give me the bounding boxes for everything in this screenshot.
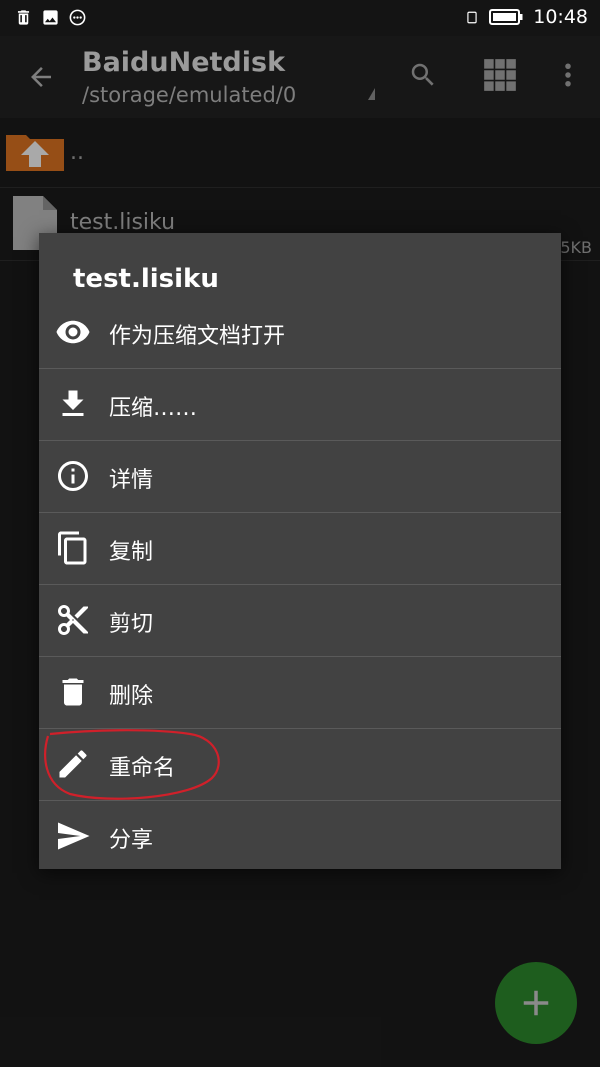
menu-item-open-as-archive[interactable]: 作为压缩文档打开 — [39, 297, 561, 369]
menu-item-label: 剪切 — [109, 612, 154, 637]
menu-item-copy[interactable]: 复制 — [39, 513, 561, 585]
notification-icons — [14, 8, 87, 27]
trash-notification-icon — [17, 10, 30, 25]
menu-item-delete[interactable]: 删除 — [39, 657, 561, 729]
eye-icon — [56, 320, 90, 344]
download-icon — [62, 390, 84, 416]
menu-item-label: 压缩…… — [109, 396, 198, 421]
more-notification-icon — [69, 9, 86, 26]
status-bar: 10:48 — [0, 0, 600, 36]
image-notification-icon — [43, 10, 58, 25]
copy-icon — [58, 531, 87, 565]
menu-item-label: 删除 — [109, 684, 154, 709]
menu-item-label: 复制 — [109, 540, 154, 565]
menu-item-share[interactable]: 分享 — [39, 801, 561, 872]
trash-icon — [62, 678, 84, 706]
red-circle-annotation — [44, 729, 220, 800]
clock: 10:48 — [533, 6, 588, 28]
menu-item-label: 作为压缩文档打开 — [109, 324, 286, 349]
system-icons: 10:48 — [465, 6, 588, 28]
menu-item-label: 详情 — [109, 468, 154, 493]
plus-icon — [523, 990, 549, 1016]
add-fab-button[interactable] — [495, 962, 577, 1044]
menu-item-cut[interactable]: 剪切 — [39, 585, 561, 657]
menu-item-label: 分享 — [109, 828, 154, 853]
send-icon — [58, 822, 90, 850]
dialog-title: test.lisiku — [73, 264, 219, 294]
screen-rotation-icon — [467, 11, 477, 23]
menu-item-details[interactable]: 详情 — [39, 441, 561, 513]
scissors-icon — [58, 605, 88, 635]
menu-item-compress[interactable]: 压缩…… — [39, 369, 561, 441]
info-icon — [58, 461, 88, 491]
battery-icon — [489, 9, 523, 25]
